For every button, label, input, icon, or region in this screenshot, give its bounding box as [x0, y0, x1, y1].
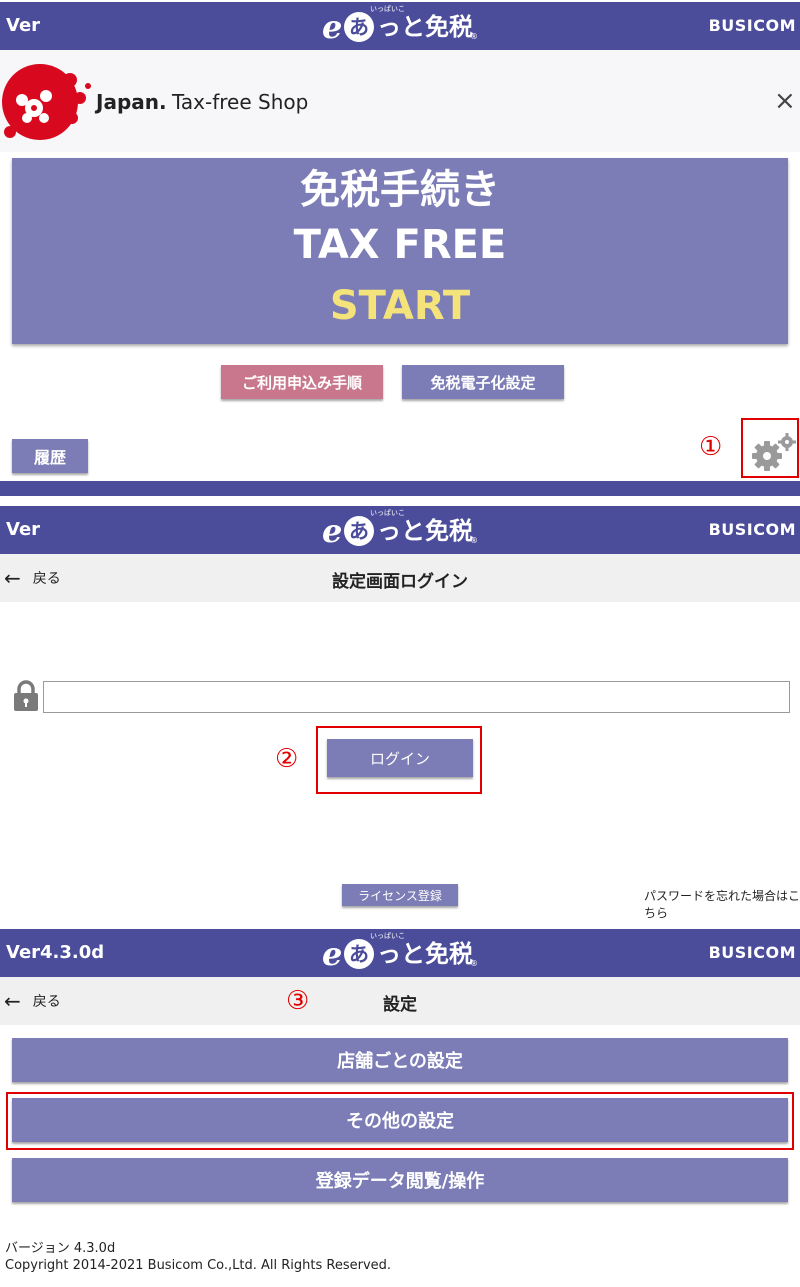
app-logo: e あ いっぱいこ っと免税 ®: [322, 5, 482, 46]
version-label: Ver: [6, 15, 41, 36]
other-settings-button[interactable]: その他の設定: [12, 1098, 788, 1142]
logo-circle: あ: [344, 939, 374, 969]
annotation-1: ①: [699, 432, 723, 462]
screen-settings: Ver4.3.0d e あ いっぱいこ っと免税 ® BUSICOM ← 戻る …: [0, 920, 800, 1287]
application-procedure-button[interactable]: ご利用申込み手順: [221, 365, 383, 399]
logo-circle: あ: [344, 12, 374, 42]
screen-settings-login: Ver e あ いっぱいこ っと免税 ® BUSICOM ← 戻る 設定画面ログ…: [0, 496, 800, 920]
page-title: 設定: [383, 995, 417, 1015]
license-register-button[interactable]: ライセンス登録: [342, 884, 458, 906]
nav-bar: ← 戻る 設定画面ログイン: [0, 554, 800, 602]
logo-mark: ®: [470, 959, 478, 968]
version-label: Ver4.3.0d: [6, 942, 105, 963]
digital-settings-label: 免税電子化設定: [430, 373, 536, 392]
version-label: Ver: [6, 519, 41, 540]
store-settings-label: 店舗ごとの設定: [337, 1051, 463, 1072]
brand-label: BUSICOM: [708, 16, 796, 35]
shop-title: Tax-free Shop: [172, 90, 309, 114]
history-label: 履歴: [33, 448, 66, 467]
annotation-2: ②: [275, 744, 299, 774]
close-icon[interactable]: ×: [774, 86, 796, 116]
login-button[interactable]: ログイン: [327, 739, 473, 777]
lock-icon: [14, 680, 38, 711]
store-settings-button[interactable]: 店舗ごとの設定: [12, 1038, 788, 1082]
other-settings-label: その他の設定: [346, 1111, 454, 1132]
license-register-label: ライセンス登録: [358, 888, 442, 903]
screen-home: Ver e あ いっぱいこ っと免税 ® BUSICOM Japan. Tax-…: [0, 0, 800, 496]
start-line-1: 免税手続き: [300, 167, 500, 213]
app-header: Ver4.3.0d e あ いっぱいこ っと免税 ® BUSICOM: [0, 929, 800, 977]
logo-text: っと免税: [377, 940, 473, 968]
logo-e: e: [322, 8, 343, 46]
logo-e: e: [322, 512, 343, 550]
tax-free-start-button[interactable]: 免税手続き TAX FREE START: [12, 158, 788, 344]
version-text: バージョン 4.3.0d: [5, 1241, 116, 1256]
page-title: 設定画面ログイン: [332, 572, 468, 592]
gear-icon[interactable]: [749, 430, 797, 472]
login-label: ログイン: [369, 749, 430, 768]
logo-mark: ®: [470, 32, 478, 41]
brand-label: BUSICOM: [708, 520, 796, 539]
shop-banner: Japan. Tax-free Shop ×: [0, 50, 800, 152]
data-view-label: 登録データ閲覧/操作: [315, 1171, 485, 1192]
logo-text: っと免税: [377, 517, 473, 545]
logo-circle: あ: [344, 516, 374, 546]
history-button[interactable]: 履歴: [12, 439, 88, 473]
application-procedure-label: ご利用申込み手順: [241, 373, 362, 392]
japan-sakura-logo: [2, 64, 91, 140]
forgot-password-link[interactable]: パスワードを忘れた場合はこちら: [644, 887, 800, 921]
logo-e: e: [322, 935, 343, 973]
logo-mark: ®: [470, 536, 478, 545]
app-header: Ver e あ いっぱいこ っと免税 ® BUSICOM: [0, 506, 800, 554]
password-input[interactable]: [43, 681, 790, 713]
copyright-text: Copyright 2014-2021 Busicom Co.,Ltd. All…: [5, 1258, 392, 1273]
data-view-button[interactable]: 登録データ閲覧/操作: [12, 1158, 788, 1202]
logo-text: っと免税: [377, 13, 473, 41]
app-logo: e あ いっぱいこ っと免税 ®: [322, 932, 482, 973]
start-line-3: START: [329, 283, 471, 329]
brand-label: BUSICOM: [708, 943, 796, 962]
bottom-bar: [0, 481, 800, 496]
nav-bar: ← 戻る ③ 設定: [0, 977, 800, 1025]
start-line-2: TAX FREE: [293, 222, 507, 268]
app-logo: e あ いっぱいこ っと免税 ®: [322, 509, 482, 550]
shop-title-bold: Japan.: [96, 90, 167, 114]
digital-settings-button[interactable]: 免税電子化設定: [402, 365, 564, 399]
app-header: Ver e あ いっぱいこ っと免税 ® BUSICOM: [0, 2, 800, 50]
